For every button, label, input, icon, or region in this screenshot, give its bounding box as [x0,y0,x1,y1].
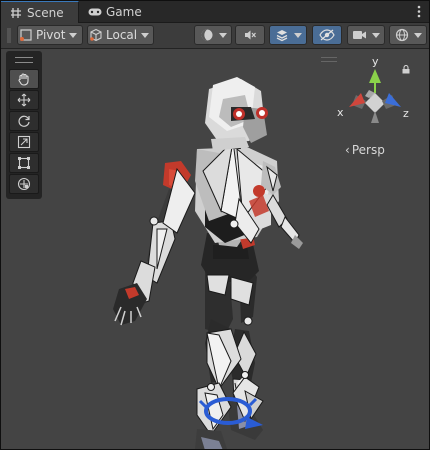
tab-scene[interactable]: Scene [1,1,79,23]
eye-hidden-icon [319,27,335,43]
transform-tool-button[interactable] [9,174,39,194]
game-controller-icon [88,5,102,19]
move-arrows-icon [17,93,31,107]
scene-viewport[interactable]: y x z ‹ Persp [1,49,429,449]
y-axis-cone[interactable] [369,69,381,83]
hand-tool-button[interactable] [9,69,39,89]
tab-game[interactable]: Game [82,1,152,22]
pivot-icon [18,27,34,43]
scene-grid-icon [9,6,23,20]
tab-game-label: Game [106,4,142,19]
rect-tool-button[interactable] [9,153,39,173]
gizmos-sphere-icon [394,27,410,43]
effects-dropdown[interactable] [269,25,307,45]
chevron-left-icon: ‹ [345,143,350,157]
more-options-icon[interactable] [417,5,421,18]
pivot-label: Pivot [36,28,66,42]
move-tool-button[interactable] [9,90,39,110]
transform-icon [17,177,31,191]
rect-icon [18,157,30,169]
local-label: Local [106,28,138,42]
audio-toggle[interactable] [235,25,265,45]
tool-panel-handle[interactable] [15,57,33,63]
chevron-down-icon [141,32,150,38]
projection-label: Persp [351,143,385,157]
chevron-down-icon [372,32,380,38]
tool-panel [6,51,42,199]
orientation-gizmo[interactable] [335,57,417,135]
shading-sphere-icon [199,27,215,43]
scene-toolbar: Pivot Local [1,23,429,49]
effects-layers-icon [274,27,290,43]
audio-mute-icon [242,27,258,43]
camera-icon [352,27,368,43]
pivot-dropdown[interactable]: Pivot [17,25,83,45]
rotate-icon [18,115,30,127]
hand-icon [18,73,29,86]
chevron-down-icon [219,32,227,38]
scale-icon [17,135,31,149]
projection-toggle[interactable]: ‹ Persp [345,143,385,157]
toolbar-grip-icon [7,28,11,43]
chevron-down-icon [69,32,78,38]
scale-tool-button[interactable] [9,132,39,152]
gizmos-dropdown[interactable] [389,25,427,45]
chevron-down-icon [414,32,422,38]
scene-window: Scene Game Pivot Local y x z ‹ Persp [0,0,430,450]
y-axis-label: y [372,55,379,68]
tab-scene-label: Scene [27,5,64,20]
tab-bar: Scene Game [1,1,429,23]
chevron-down-icon [294,32,302,38]
camera-dropdown[interactable] [347,25,385,45]
local-dropdown[interactable]: Local [87,25,154,45]
rotate-tool-button[interactable] [9,111,39,131]
scene-visibility-toggle[interactable] [312,25,342,45]
local-cube-icon [88,27,104,43]
z-axis-label: z [403,107,409,120]
shading-mode-dropdown[interactable] [194,25,232,45]
x-axis-label: x [337,106,344,119]
